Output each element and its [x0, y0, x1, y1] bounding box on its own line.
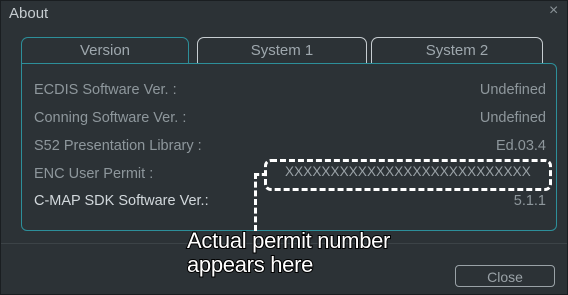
- row-value: 5.1.1: [513, 193, 546, 209]
- close-icon[interactable]: ×: [549, 3, 565, 19]
- callout-line-1: Actual permit number: [186, 228, 391, 254]
- callout-line-2: appears here: [186, 252, 314, 278]
- permit-highlight-box: [264, 159, 552, 191]
- row-s52-library: S52 Presentation Library : Ed.03.4: [34, 138, 546, 158]
- callout-annotation: Actual permit number appears here: [186, 228, 391, 278]
- title-bar: About ×: [1, 1, 567, 27]
- row-label: S52 Presentation Library :: [34, 138, 202, 154]
- row-value: Ed.03.4: [496, 138, 546, 154]
- tab-version[interactable]: Version: [21, 37, 189, 63]
- tab-system-2[interactable]: System 2: [371, 37, 543, 63]
- row-value: Undefined: [479, 82, 546, 98]
- about-dialog: About × Version System 1 System 2 ECDIS …: [0, 0, 568, 295]
- close-button[interactable]: Close: [455, 265, 555, 287]
- row-label: ECDIS Software Ver. :: [34, 82, 177, 98]
- window-title: About: [9, 5, 49, 22]
- version-panel: ECDIS Software Ver. : Undefined Conning …: [21, 63, 557, 231]
- row-label: ENC User Permit :: [34, 166, 154, 182]
- row-label: Conning Software Ver. :: [34, 110, 187, 126]
- tab-system-1[interactable]: System 1: [197, 37, 367, 63]
- row-value: Undefined: [479, 110, 546, 126]
- row-conning-software: Conning Software Ver. : Undefined: [34, 110, 546, 130]
- row-ecdis-software: ECDIS Software Ver. : Undefined: [34, 82, 546, 102]
- tab-bar: Version System 1 System 2: [21, 37, 545, 65]
- callout-leader-line: [254, 173, 267, 231]
- row-cmap-sdk: C-MAP SDK Software Ver.: 5.1.1: [34, 193, 546, 213]
- row-label: C-MAP SDK Software Ver.:: [34, 193, 209, 209]
